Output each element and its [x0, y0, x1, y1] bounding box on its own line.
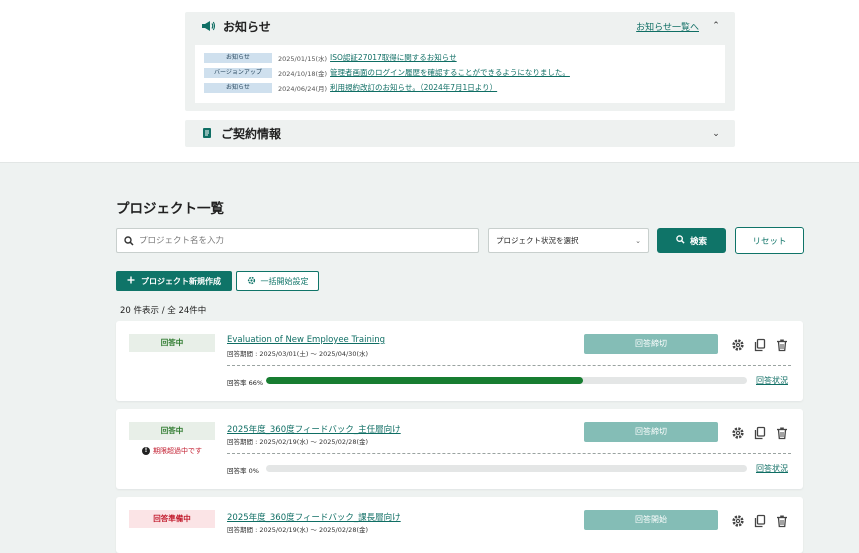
- overdue-warning: ! 期限超過中です: [142, 446, 202, 456]
- response-status-link[interactable]: 回答状況: [756, 463, 788, 474]
- document-icon: [201, 124, 213, 143]
- response-rate-label: 回答率 0%: [227, 467, 259, 475]
- bulk-start-label: 一括開始設定: [260, 276, 309, 286]
- overdue-warning-text: 期限超過中です: [153, 447, 202, 455]
- search-box[interactable]: [116, 228, 479, 253]
- notice-date: 2024/06/24(月): [278, 84, 328, 93]
- megaphone-icon: [201, 17, 216, 36]
- status-badge: 回答中: [129, 334, 215, 352]
- gear-icon[interactable]: [731, 513, 746, 527]
- card-actions: [731, 337, 790, 352]
- notice-row: お知らせ 2025/01/15(水) ISO認証27017取得に関するお知らせ: [204, 50, 716, 65]
- search-button[interactable]: 検索: [657, 228, 726, 253]
- notices-list-link[interactable]: お知らせ一覧へ: [636, 20, 699, 33]
- card-actions: [731, 513, 790, 528]
- new-project-button[interactable]: プロジェクト新規作成: [116, 271, 232, 291]
- plus-icon: [127, 276, 135, 286]
- chevron-down-icon[interactable]: ⌄: [711, 129, 721, 139]
- project-card: 回答準備中 2025年度_360度フィードバック_課長層向け 回答期間 : 20…: [116, 497, 803, 553]
- contract-panel[interactable]: ご契約情報 ⌄: [185, 120, 735, 147]
- divider: [227, 365, 791, 366]
- gear-icon: [247, 276, 256, 287]
- search-button-label: 検索: [689, 236, 707, 247]
- contract-title: ご契約情報: [221, 127, 282, 141]
- notices-panel: お知らせ お知らせ一覧へ ⌃ お知らせ 2025/01/15(水) ISO認証2…: [185, 12, 735, 111]
- notice-date: 2024/10/18(金): [278, 69, 328, 78]
- new-project-label: プロジェクト新規作成: [141, 276, 221, 286]
- status-select[interactable]: プロジェクト状況を選択 ⌄: [488, 228, 649, 253]
- notice-link[interactable]: ISO認証27017取得に関するお知らせ: [330, 52, 457, 63]
- copy-icon[interactable]: [753, 513, 768, 528]
- notice-row: お知らせ 2024/06/24(月) 利用規約改訂のお知らせ。（2024年7月1…: [204, 80, 716, 95]
- bulk-start-button[interactable]: 一括開始設定: [236, 271, 319, 291]
- gear-icon[interactable]: [731, 337, 746, 351]
- status-badge: 回答準備中: [129, 510, 215, 528]
- notice-tag: お知らせ: [204, 52, 272, 63]
- chevron-down-icon: ⌄: [635, 236, 641, 245]
- gear-icon[interactable]: [731, 425, 746, 439]
- notice-row: バージョンアップ 2024/10/18(金) 管理者画面のログイン履歴を確認する…: [204, 65, 716, 80]
- project-title-link[interactable]: 2025年度_360度フィードバック_主任層向け: [227, 423, 401, 435]
- copy-icon[interactable]: [753, 425, 768, 440]
- contract-header[interactable]: ご契約情報 ⌄: [185, 120, 735, 147]
- status-select-value: プロジェクト状況を選択: [496, 236, 579, 245]
- response-rate-fill: [266, 377, 584, 384]
- page-title: プロジェクト一覧: [116, 201, 224, 217]
- project-title-link[interactable]: Evaluation of New Employee Training: [227, 335, 385, 345]
- divider: [227, 453, 791, 454]
- search-input[interactable]: [139, 235, 459, 246]
- start-answers-button[interactable]: 回答開始: [584, 510, 718, 530]
- card-actions: [731, 425, 790, 440]
- chevron-up-icon[interactable]: ⌃: [711, 21, 721, 31]
- exclamation-icon: !: [142, 447, 150, 455]
- notice-tag: お知らせ: [204, 82, 272, 93]
- copy-icon[interactable]: [753, 337, 768, 352]
- reset-button[interactable]: リセット: [735, 227, 804, 254]
- response-status-link[interactable]: 回答状況: [756, 375, 788, 386]
- close-answers-button[interactable]: 回答締切: [584, 422, 718, 442]
- notices-title: お知らせ: [223, 19, 271, 34]
- notice-link[interactable]: 管理者画面のログイン履歴を確認することができるようになりました。: [330, 67, 570, 78]
- project-card: 回答中 ! 期限超過中です 2025年度_360度フィードバック_主任層向け 回…: [116, 409, 803, 489]
- response-rate-bar: [266, 465, 747, 472]
- project-period: 回答期間 : 2025/02/19(水) 〜 2025/02/28(金): [227, 438, 369, 446]
- notice-date: 2025/01/15(水): [278, 54, 328, 63]
- close-answers-button[interactable]: 回答締切: [584, 334, 718, 354]
- notice-tag: バージョンアップ: [204, 67, 272, 78]
- notices-header[interactable]: お知らせ お知らせ一覧へ ⌃: [185, 12, 735, 40]
- response-rate-bar: [266, 377, 747, 384]
- status-badge: 回答中: [129, 422, 215, 440]
- result-count: 20 件表示 / 全 24件中: [120, 306, 207, 316]
- notices-list: お知らせ 2025/01/15(水) ISO認証27017取得に関するお知らせ …: [195, 45, 725, 103]
- project-period: 回答期間 : 2025/02/19(水) 〜 2025/02/28(金): [227, 526, 369, 534]
- search-icon: [124, 231, 134, 250]
- response-rate-label: 回答率 66%: [227, 379, 264, 387]
- search-icon: [676, 234, 685, 247]
- project-title-link[interactable]: 2025年度_360度フィードバック_課長層向け: [227, 511, 401, 523]
- trash-icon[interactable]: [775, 513, 790, 528]
- top-area: お知らせ お知らせ一覧へ ⌃ お知らせ 2025/01/15(水) ISO認証2…: [0, 0, 859, 163]
- trash-icon[interactable]: [775, 425, 790, 440]
- project-period: 回答期間 : 2025/03/01(土) 〜 2025/04/30(水): [227, 350, 369, 358]
- notice-link[interactable]: 利用規約改訂のお知らせ。（2024年7月1日より）: [330, 82, 497, 93]
- trash-icon[interactable]: [775, 337, 790, 352]
- project-card: 回答中 Evaluation of New Employee Training …: [116, 321, 803, 401]
